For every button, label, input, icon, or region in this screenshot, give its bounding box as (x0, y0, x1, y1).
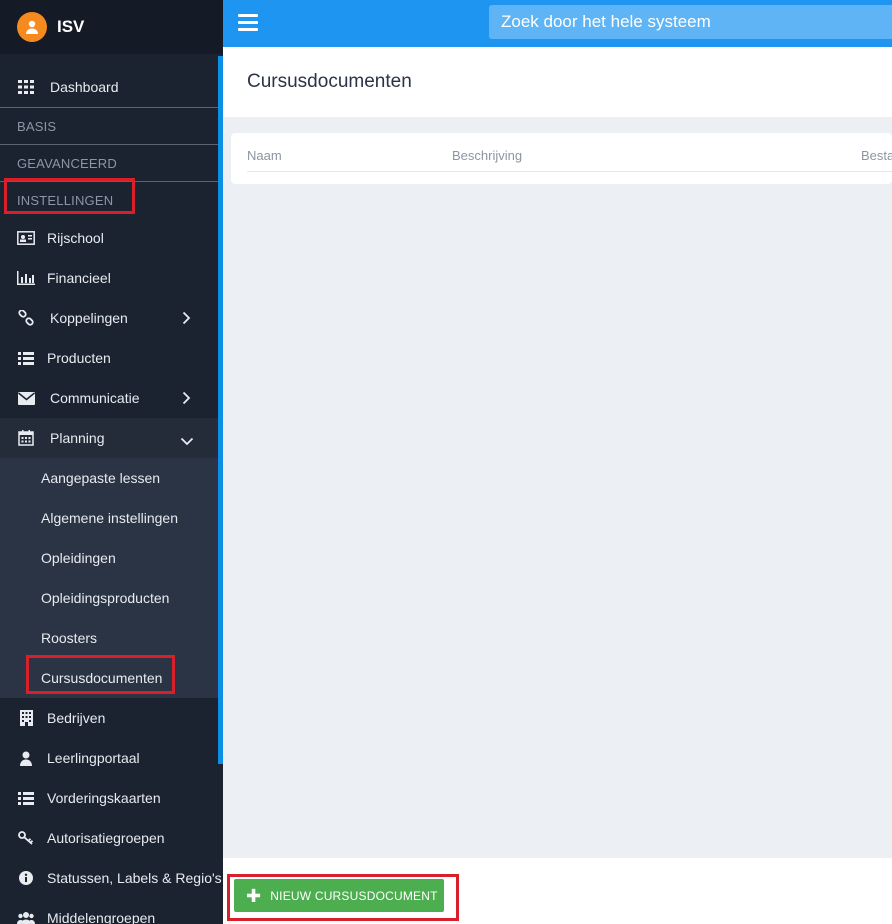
envelope-icon (17, 390, 35, 406)
sidebar-item-leerlingportaal[interactable]: Leerlingportaal (0, 738, 223, 778)
sidebar-item-bedrijven[interactable]: Bedrijven (0, 698, 223, 738)
sidebar-subitem-aangepaste-lessen[interactable]: Aangepaste lessen (0, 458, 223, 498)
sidebar-item-producten[interactable]: Producten (0, 338, 223, 378)
sidebar-item-koppelingen[interactable]: Koppelingen (0, 298, 223, 338)
sidebar-item-communicatie[interactable]: Communicatie (0, 378, 223, 418)
id-card-icon (17, 230, 35, 246)
sidebar-item-planning[interactable]: Planning (0, 418, 223, 458)
hamburger-menu-icon[interactable] (238, 14, 258, 31)
building-icon (17, 710, 35, 726)
sidebar: ISV Dashboard BASIS GEAVANCEERD INSTELLI… (0, 0, 223, 924)
new-course-document-label: NIEUW CURSUSDOCUMENT (270, 888, 438, 903)
sidebar-subitem-opleidingen[interactable]: Opleidingen (0, 538, 223, 578)
sidebar-item-rijschool[interactable]: Rijschool (0, 218, 223, 258)
sidebar-subitem-label: Algemene instellingen (41, 510, 178, 526)
planning-submenu: Aangepaste lessen Algemene instellingen … (0, 458, 223, 698)
sidebar-subitem-label: Opleidingsproducten (41, 590, 170, 606)
planning-group: Planning Aangepaste lessen Algemene inst… (0, 418, 223, 698)
documents-table: Naam Beschrijving Besta (231, 133, 892, 184)
top-bar: Zoek door het hele systeem (223, 0, 892, 47)
sidebar-item-vorderingskaarten[interactable]: Vorderingskaarten (0, 778, 223, 818)
sidebar-item-autorisatiegroepen[interactable]: Autorisatiegroepen (0, 818, 223, 858)
column-header-bestand[interactable]: Besta (861, 148, 892, 163)
sidebar-subitem-algemene-instellingen[interactable]: Algemene instellingen (0, 498, 223, 538)
column-header-beschrijving[interactable]: Beschrijving (452, 148, 522, 163)
users-icon (17, 910, 35, 924)
sidebar-item-statussen[interactable]: Statussen, Labels & Regio's (0, 858, 223, 898)
info-icon (17, 870, 35, 886)
new-course-document-button[interactable]: ✚ NIEUW CURSUSDOCUMENT (234, 879, 444, 912)
key-icon (17, 830, 35, 846)
list-icon (17, 790, 35, 806)
app-name: ISV (57, 17, 85, 36)
page-header: Cursusdocumenten (223, 47, 892, 117)
section-geavanceerd[interactable]: GEAVANCEERD (0, 145, 223, 181)
sidebar-item-label: Bedrijven (47, 710, 106, 726)
sidebar-item-financieel[interactable]: Financieel (0, 258, 223, 298)
sidebar-subitem-label: Aangepaste lessen (41, 470, 161, 486)
sidebar-subitem-label: Opleidingen (41, 550, 116, 566)
sidebar-item-label: Leerlingportaal (47, 750, 140, 766)
sidebar-item-label: Dashboard (50, 79, 119, 95)
sidebar-subitem-label: Roosters (41, 630, 98, 646)
sidebar-item-middelengroepen[interactable]: Middelengroepen (0, 898, 223, 924)
sidebar-item-label: Autorisatiegroepen (47, 830, 165, 846)
brand[interactable]: ISV (0, 0, 223, 54)
bar-chart-icon (17, 270, 35, 286)
link-icon (17, 310, 35, 326)
user-avatar-icon (17, 12, 47, 42)
chevron-down-icon (180, 433, 194, 449)
column-header-naam[interactable]: Naam (247, 148, 282, 163)
divider (247, 171, 892, 172)
grid-icon (17, 79, 35, 95)
chevron-right-icon (182, 391, 191, 408)
section-instellingen[interactable]: INSTELLINGEN (0, 182, 223, 218)
user-icon (17, 750, 35, 766)
sidebar-scrollbar[interactable] (218, 56, 223, 764)
sidebar-subitem-cursusdocumenten[interactable]: Cursusdocumenten (0, 658, 223, 698)
sidebar-item-label: Producten (47, 350, 111, 366)
chevron-right-icon (182, 311, 191, 328)
plus-icon: ✚ (246, 885, 262, 906)
sidebar-item-label: Financieel (47, 270, 111, 286)
sidebar-item-label: Koppelingen (50, 310, 128, 326)
sidebar-item-label: Vorderingskaarten (47, 790, 161, 806)
sidebar-item-dashboard[interactable]: Dashboard (0, 67, 223, 107)
sidebar-subitem-opleidingsproducten[interactable]: Opleidingsproducten (0, 578, 223, 618)
calendar-icon (17, 430, 35, 446)
page-title: Cursusdocumenten (247, 71, 412, 92)
sidebar-item-label: Communicatie (50, 390, 140, 406)
section-basis[interactable]: BASIS (0, 108, 223, 144)
sidebar-subitem-label: Cursusdocumenten (41, 670, 163, 686)
list-icon (17, 350, 35, 366)
sidebar-item-label: Rijschool (47, 230, 104, 246)
sidebar-item-label: Middelengroepen (47, 910, 156, 924)
sidebar-item-label: Planning (50, 430, 105, 446)
sidebar-subitem-roosters[interactable]: Roosters (0, 618, 223, 658)
sidebar-item-label: Statussen, Labels & Regio's (47, 870, 222, 886)
search-input[interactable]: Zoek door het hele systeem (489, 5, 892, 39)
